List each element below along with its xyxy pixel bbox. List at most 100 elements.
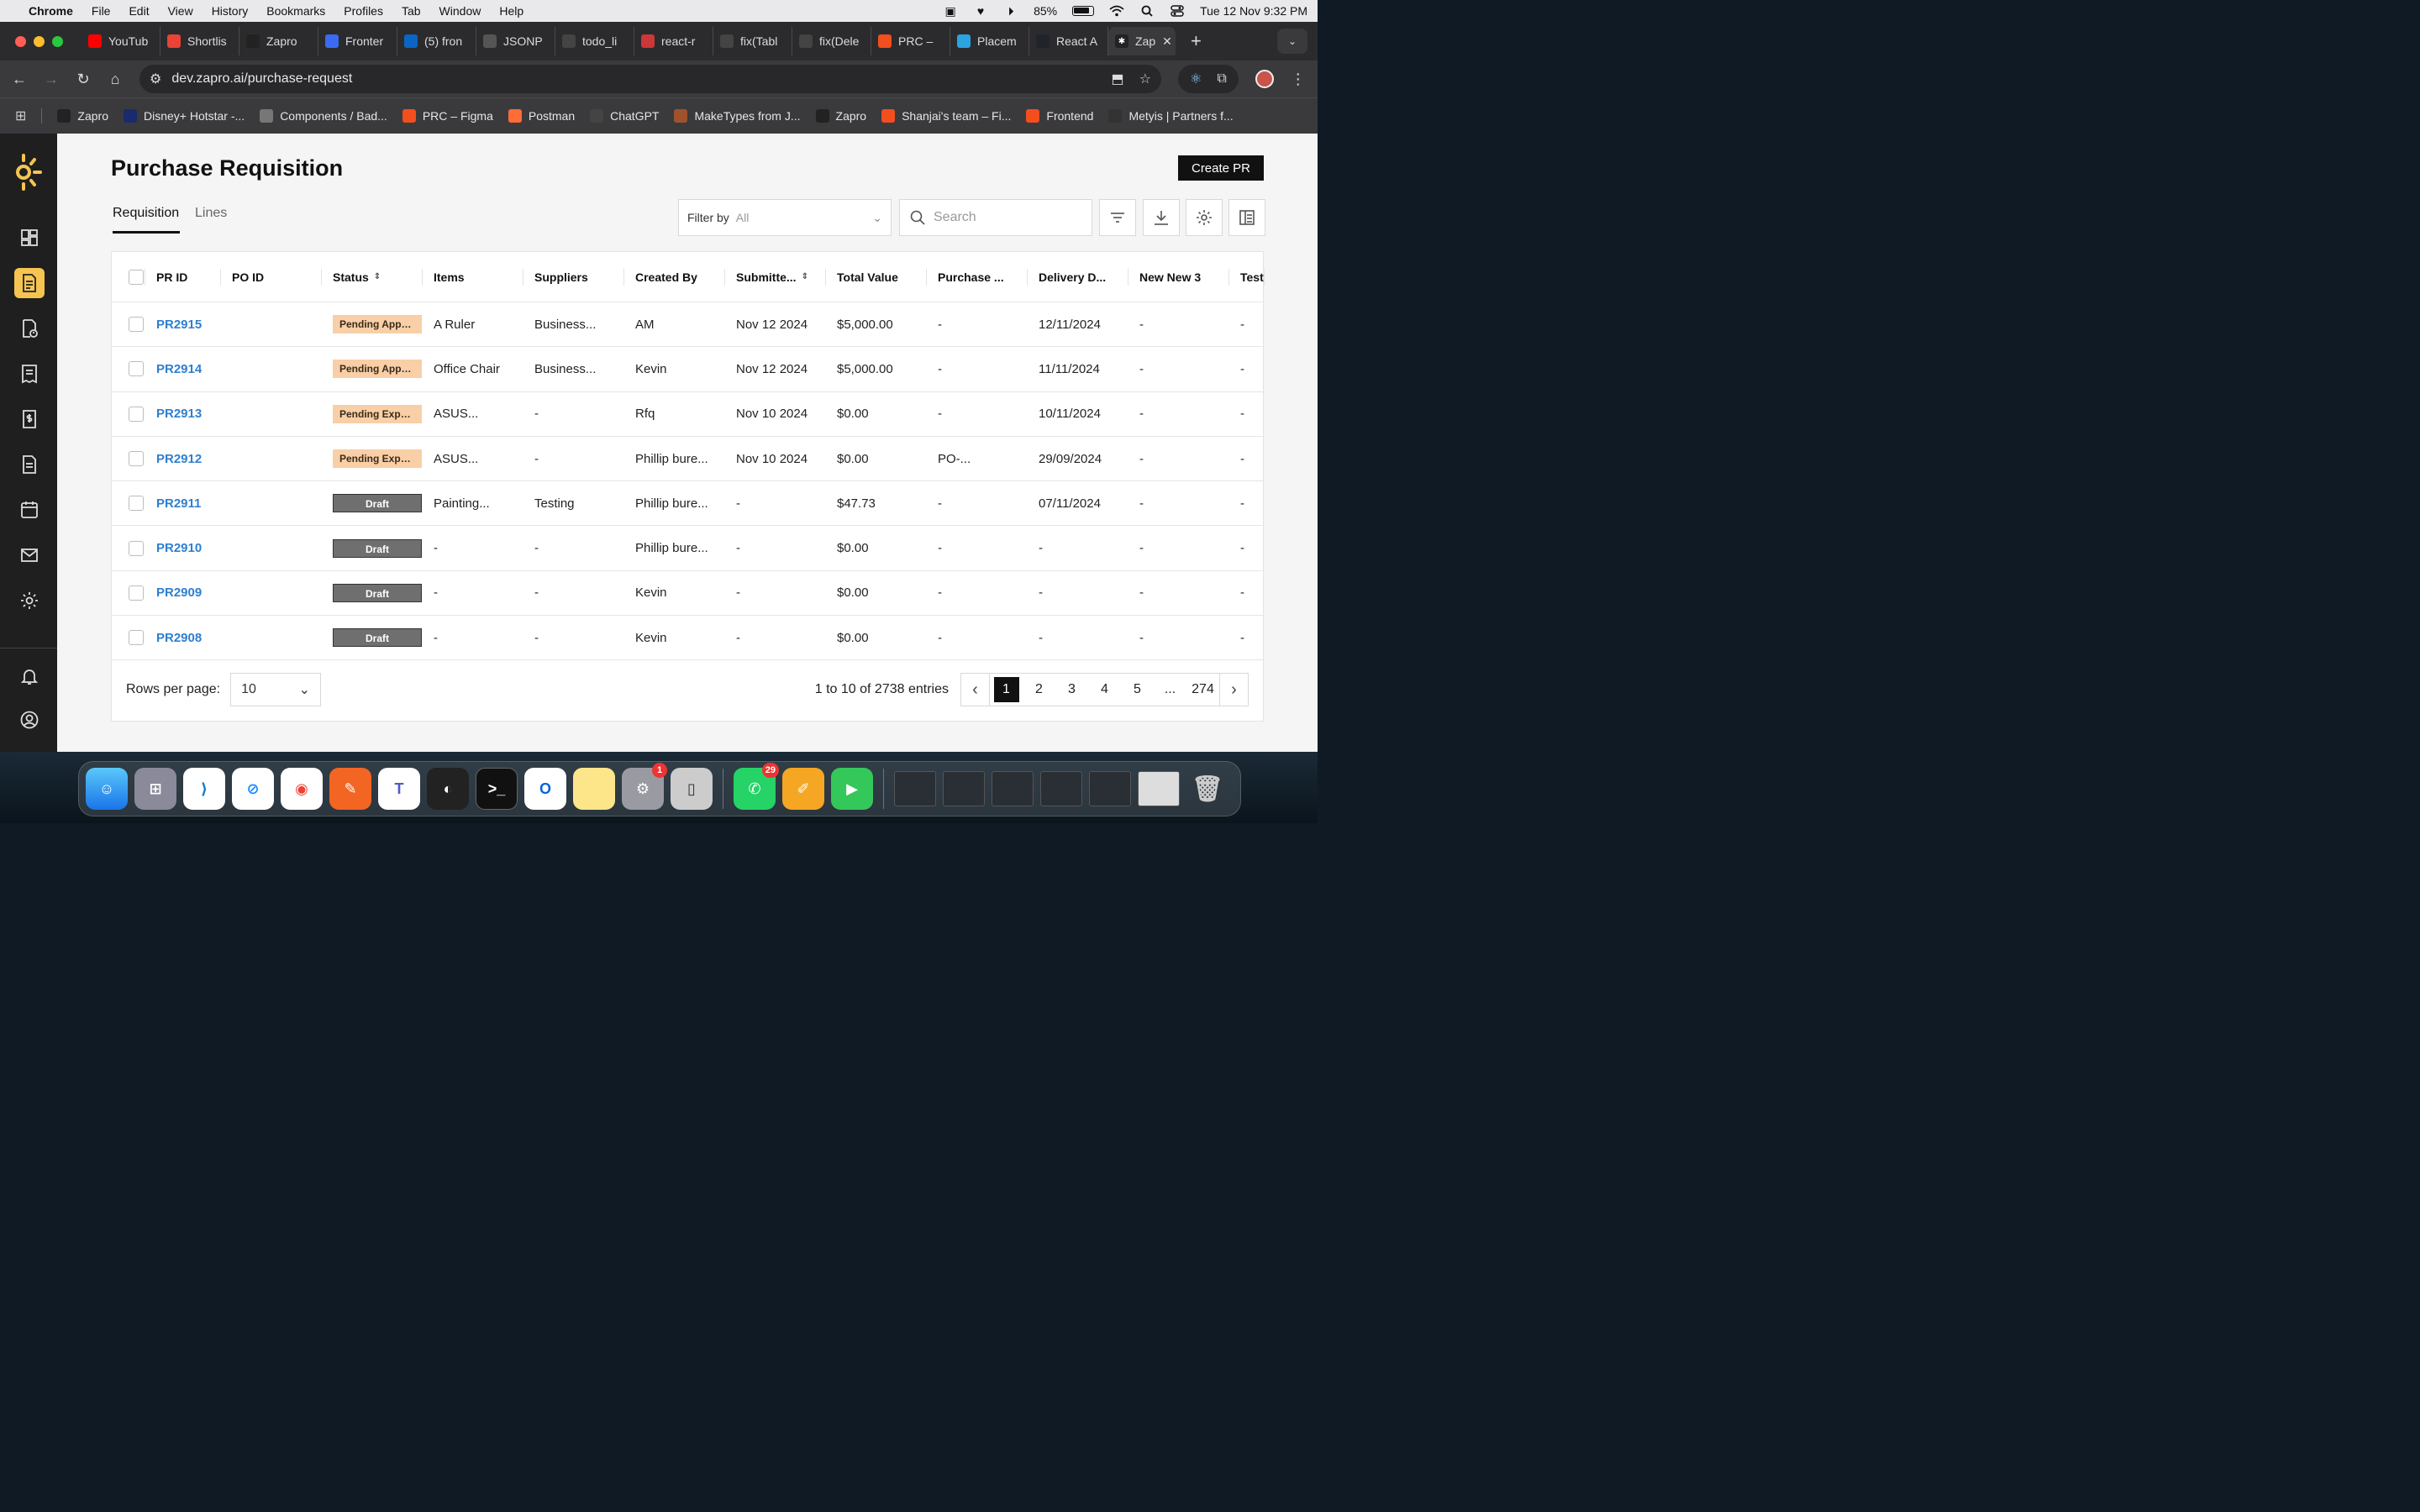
chrome-icon[interactable]: ◉ — [281, 768, 323, 810]
rows-per-page-select[interactable]: 10 ⌄ — [230, 673, 322, 706]
chrome-menu-icon[interactable]: ⋮ — [1291, 71, 1306, 88]
table-row[interactable]: PR2913 Pending Expert... ASUS... - Rfq N… — [112, 392, 1263, 437]
header-delivery-date[interactable]: Delivery D... — [1028, 252, 1128, 302]
header-created-by[interactable]: Created By — [624, 252, 725, 302]
bookmark-item[interactable]: Postman — [508, 109, 575, 123]
linear-icon[interactable]: ◐ — [427, 768, 469, 810]
row-checkbox[interactable] — [129, 540, 144, 556]
pages-icon[interactable]: ✐ — [782, 768, 824, 810]
launchpad-icon[interactable]: ⊞ — [134, 768, 176, 810]
row-checkbox[interactable] — [129, 496, 144, 512]
sidebar-item-settings[interactable] — [14, 585, 45, 616]
extensions-puzzle-icon[interactable]: ⧉ — [1217, 71, 1226, 87]
row-checkbox[interactable] — [129, 317, 144, 333]
row-checkbox[interactable] — [129, 630, 144, 646]
browser-tab[interactable]: (5) fron — [397, 27, 476, 55]
header-test[interactable]: Test — [1229, 252, 1265, 302]
page-button-4[interactable]: 4 — [1088, 674, 1121, 706]
bookmark-item[interactable]: Frontend — [1026, 109, 1093, 123]
header-suppliers[interactable]: Suppliers — [523, 252, 624, 302]
outlook-icon[interactable]: O — [524, 768, 566, 810]
search-input[interactable] — [934, 210, 1076, 225]
url-text[interactable]: dev.zapro.ai/purchase-request — [171, 71, 352, 87]
minimize-window-button[interactable] — [34, 35, 45, 47]
window-thumbnail[interactable] — [894, 771, 936, 806]
site-info-icon[interactable]: ⚙ — [150, 71, 161, 87]
sidebar-item-purchase-requisition[interactable] — [14, 268, 45, 298]
reload-button[interactable]: ↻ — [76, 71, 91, 88]
pr-id-link[interactable]: PR2909 — [156, 585, 202, 600]
filter-button[interactable] — [1099, 199, 1136, 236]
header-pr-id[interactable]: PR ID — [145, 252, 221, 302]
pr-id-link[interactable]: PR2915 — [156, 318, 202, 332]
sidebar-item-receipts[interactable] — [14, 359, 45, 389]
sidebar-item-profile[interactable] — [14, 705, 45, 735]
bookmark-item[interactable]: Zapro — [815, 109, 866, 123]
window-thumbnail[interactable] — [1040, 771, 1082, 806]
bookmark-item[interactable]: PRC – Figma — [402, 109, 493, 123]
menu-window[interactable]: Window — [439, 4, 481, 18]
tab-requisition[interactable]: Requisition — [113, 206, 180, 234]
window-thumbnail[interactable] — [992, 771, 1034, 806]
install-app-icon[interactable]: ⬒ — [1112, 71, 1124, 87]
browser-tab[interactable]: Shortlis — [160, 27, 239, 55]
select-all-checkbox[interactable] — [129, 269, 144, 285]
menu-help[interactable]: Help — [499, 4, 523, 18]
forward-button[interactable]: → — [44, 71, 59, 88]
zoom-window-button[interactable] — [52, 35, 63, 47]
spotlight-search-icon[interactable] — [1139, 5, 1155, 17]
play-icon[interactable]: ⏵ — [1003, 4, 1018, 18]
menu-bookmarks[interactable]: Bookmarks — [266, 4, 325, 18]
home-button[interactable]: ⌂ — [108, 71, 123, 88]
safari-icon[interactable]: ⊘ — [232, 768, 274, 810]
back-button[interactable]: ← — [12, 71, 27, 88]
table-row[interactable]: PR2915 Pending Appro... A Ruler Business… — [112, 302, 1263, 348]
table-row[interactable]: PR2911 Draft Painting... Testing Phillip… — [112, 481, 1263, 527]
sidebar-item-notifications[interactable] — [14, 661, 45, 691]
bookmark-item[interactable]: Zapro — [57, 109, 108, 123]
page-button-2[interactable]: 2 — [1023, 674, 1055, 706]
header-new-new-3[interactable]: New New 3 — [1128, 252, 1229, 302]
trash-icon[interactable]: 🗑 — [1186, 768, 1228, 810]
browser-tab[interactable]: YouTub — [82, 27, 160, 55]
bookmark-item[interactable]: Disney+ Hotstar -... — [123, 109, 245, 123]
menu-edit[interactable]: Edit — [129, 4, 149, 18]
close-tab-icon[interactable]: ✕ — [1162, 34, 1172, 49]
pr-id-link[interactable]: PR2914 — [156, 362, 202, 376]
browser-tab[interactable]: fix(Tabl — [713, 27, 792, 55]
header-po-id[interactable]: PO ID — [221, 252, 322, 302]
prev-page-button[interactable]: ‹ — [961, 674, 990, 706]
menu-profiles[interactable]: Profiles — [344, 4, 383, 18]
window-thumbnail[interactable] — [943, 771, 985, 806]
browser-tab[interactable]: React A — [1029, 27, 1108, 55]
sidebar-item-messages[interactable] — [14, 540, 45, 570]
terminal-icon[interactable]: >_ — [476, 768, 518, 810]
tab-search-button[interactable]: ⌄ — [1277, 29, 1307, 54]
window-thumbnail[interactable] — [1138, 771, 1180, 806]
page-button-5[interactable]: 5 — [1121, 674, 1154, 706]
menu-view[interactable]: View — [168, 4, 193, 18]
tab-lines[interactable]: Lines — [195, 206, 227, 234]
bookmark-star-icon[interactable]: ☆ — [1139, 71, 1151, 87]
clock[interactable]: Tue 12 Nov 9:32 PM — [1200, 4, 1307, 18]
address-bar[interactable]: ⚙ dev.zapro.ai/purchase-request ⬒ ☆ — [139, 65, 1161, 93]
bookmark-item[interactable]: Components / Bad... — [260, 109, 387, 123]
table-row[interactable]: PR2910 Draft - - Phillip bure... - $0.00… — [112, 526, 1263, 571]
pr-id-link[interactable]: PR2911 — [156, 496, 201, 511]
table-row[interactable]: PR2908 Draft - - Kevin - $0.00 - - - - — [112, 616, 1263, 661]
sidebar-item-calendar[interactable] — [14, 495, 45, 525]
react-devtools-icon[interactable]: ⚛ — [1190, 71, 1202, 87]
window-thumbnail[interactable] — [1089, 771, 1131, 806]
teams-icon[interactable]: T — [378, 768, 420, 810]
bookmark-item[interactable]: Shanjai's team – Fi... — [881, 109, 1011, 123]
create-pr-button[interactable]: Create PR — [1178, 155, 1264, 181]
menu-history[interactable]: History — [212, 4, 249, 18]
browser-tab[interactable]: PRC – — [871, 27, 950, 55]
postman-icon[interactable]: ✎ — [329, 768, 371, 810]
bookmark-item[interactable]: ChatGPT — [590, 109, 659, 123]
sidebar-item-contracts[interactable] — [14, 449, 45, 480]
sort-icon[interactable]: ⇕ — [802, 272, 808, 281]
profile-avatar[interactable] — [1255, 70, 1274, 88]
settings-button[interactable] — [1186, 199, 1223, 236]
facetime-icon[interactable]: ▶ — [831, 768, 873, 810]
